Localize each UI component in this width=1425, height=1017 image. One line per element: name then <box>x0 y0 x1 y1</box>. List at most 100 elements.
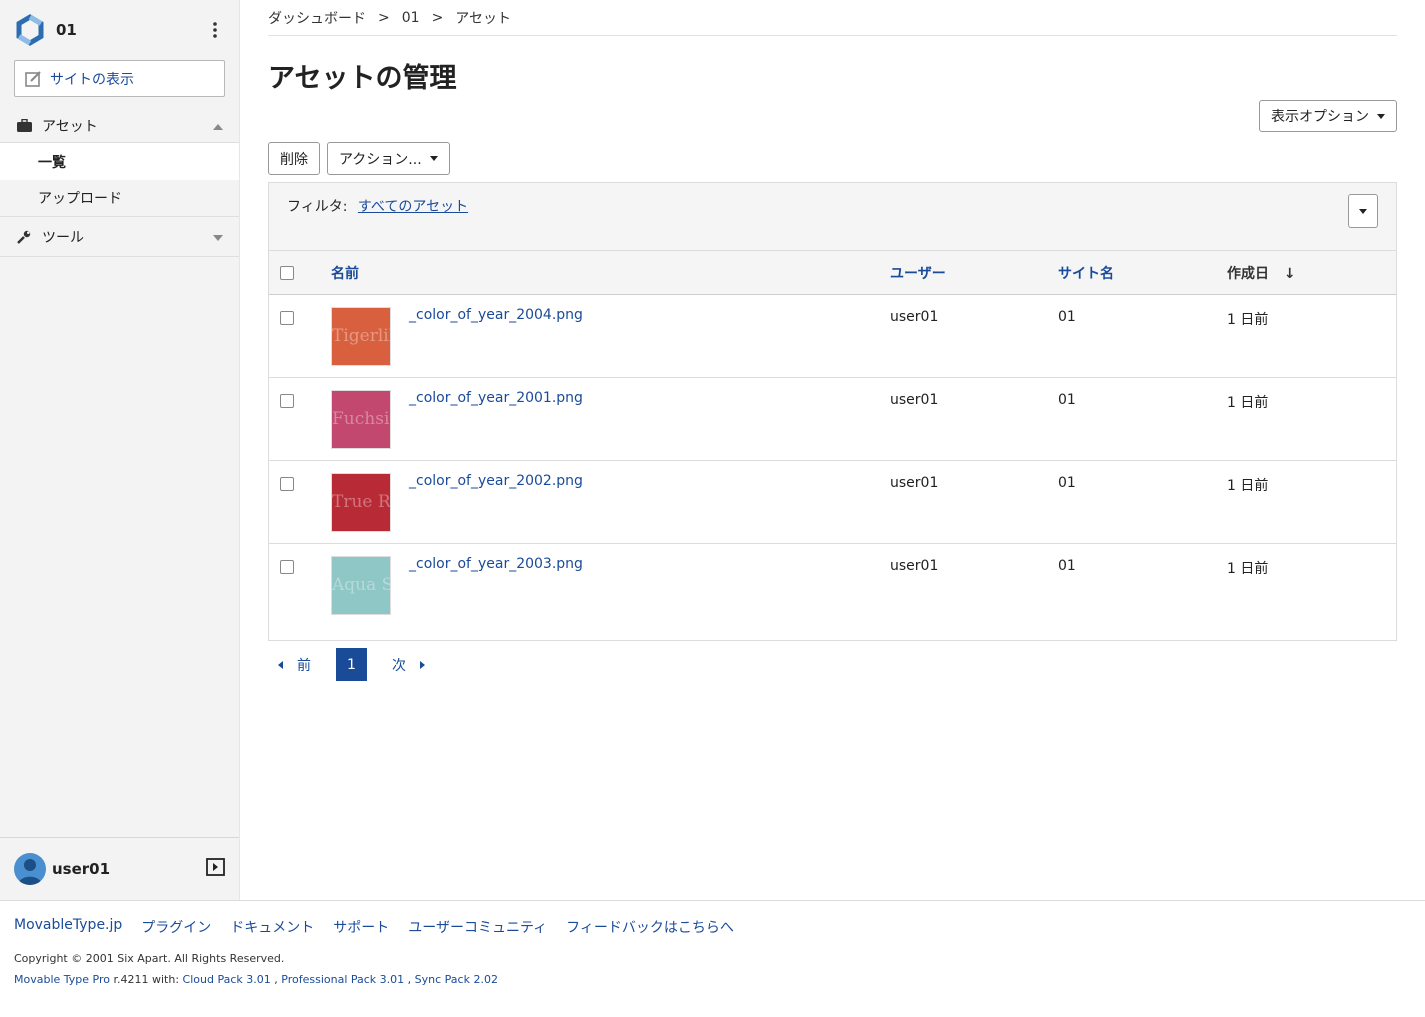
delete-button[interactable]: 削除 <box>268 142 320 175</box>
filter-toggle-button[interactable] <box>1348 194 1378 228</box>
caret-up-icon <box>213 118 223 134</box>
footer-link-movabletype[interactable]: MovableType.jp <box>14 917 122 937</box>
sidebar-item-list[interactable]: 一覧 <box>0 143 239 180</box>
table-row: Fuchsia Rose _color_of_year_2001.png user0… <box>269 378 1396 461</box>
pack-link[interactable]: Cloud Pack 3.01 <box>183 973 271 986</box>
breadcrumb-assets: アセット <box>455 10 512 27</box>
pack-separator: , <box>404 973 415 986</box>
version-product-link[interactable]: Movable Type Pro <box>14 973 110 986</box>
breadcrumb-dashboard[interactable]: ダッシュボード <box>268 8 366 28</box>
cell-date: 1 日前 <box>1227 478 1269 494</box>
row-checkbox[interactable] <box>280 477 294 491</box>
view-site-button[interactable]: サイトの表示 <box>14 60 225 97</box>
footer-link-community[interactable]: ユーザーコミュニティ <box>408 917 547 937</box>
column-date[interactable]: 作成日 ↓ <box>1227 263 1296 283</box>
breadcrumb: ダッシュボード > 01 > アセット <box>268 0 1397 36</box>
pack-separator: , <box>270 973 282 986</box>
cell-user: user01 <box>890 309 939 325</box>
next-page-label: 次 <box>392 657 406 674</box>
pack-link[interactable]: Professional Pack 3.01 <box>281 973 404 986</box>
breadcrumb-separator: > <box>431 9 444 26</box>
sidebar-item-assets[interactable]: アセット <box>0 109 239 143</box>
asset-list: フィルタ: すべてのアセット 名前 ユーザー サイト名 作成日 ↓ Tigerl… <box>268 182 1397 641</box>
display-options-button[interactable]: 表示オプション <box>1259 100 1397 132</box>
sort-desc-icon: ↓ <box>1283 265 1296 282</box>
breadcrumb-site[interactable]: 01 <box>402 10 420 26</box>
thumbnail-text: True Red <box>332 492 391 512</box>
thumbnail-text: Aqua Sky <box>332 575 390 595</box>
user-name[interactable]: user01 <box>52 860 110 878</box>
row-checkbox[interactable] <box>280 394 294 408</box>
asset-thumbnail[interactable]: True Red <box>331 473 391 532</box>
sidebar: 01 サイトの表示 アセット 一覧 アップロード ツール user01 <box>0 0 240 900</box>
footer-link-documents[interactable]: ドキュメント <box>230 917 314 937</box>
footer-link-support[interactable]: サポート <box>333 917 389 937</box>
display-options-label: 表示オプション <box>1271 109 1369 125</box>
prev-page-label: 前 <box>297 657 311 674</box>
footer-link-plugins[interactable]: プラグイン <box>141 917 211 937</box>
cell-date: 1 日前 <box>1227 395 1269 411</box>
footer-links: MovableType.jp プラグイン ドキュメント サポート ユーザーコミュ… <box>14 917 1411 937</box>
movable-type-logo-icon[interactable] <box>14 14 46 46</box>
avatar[interactable] <box>14 853 46 885</box>
pack-link[interactable]: Sync Pack 2.02 <box>415 973 498 986</box>
select-all-checkbox[interactable] <box>280 265 294 280</box>
main-content: ダッシュボード > 01 > アセット アセットの管理 表示オプション 削除 ア… <box>268 0 1397 681</box>
asset-filename-link[interactable]: _color_of_year_2001.png <box>409 390 583 406</box>
pagination: 前 1 次 <box>268 648 425 681</box>
caret-down-icon <box>429 156 438 161</box>
cell-user: user01 <box>890 558 939 574</box>
version-text: r.4211 with: <box>110 973 183 986</box>
sidebar-item-upload[interactable]: アップロード <box>0 180 239 217</box>
page-title: アセットの管理 <box>268 63 457 94</box>
asset-filename-link[interactable]: _color_of_year_2004.png <box>409 307 583 323</box>
table-row: True Red _color_of_year_2002.png user01 01 1… <box>269 461 1396 544</box>
briefcase-icon <box>16 118 32 134</box>
edit-external-icon <box>25 71 41 87</box>
asset-thumbnail[interactable]: Aqua Sky <box>331 556 391 615</box>
column-site[interactable]: サイト名 <box>1058 263 1114 283</box>
sidebar-item-assets-label: アセット <box>42 118 98 135</box>
filter-bar: フィルタ: すべてのアセット <box>269 183 1396 251</box>
column-name[interactable]: 名前 <box>331 263 359 283</box>
row-checkbox[interactable] <box>280 311 294 325</box>
site-name: 01 <box>56 21 77 39</box>
caret-down-icon <box>213 229 223 245</box>
cell-user: user01 <box>890 392 939 408</box>
asset-thumbnail[interactable]: Fuchsia Rose <box>331 390 391 449</box>
sidebar-item-tools[interactable]: ツール <box>0 217 239 257</box>
filter-value-link[interactable]: すべてのアセット <box>358 199 468 215</box>
footer: MovableType.jp プラグイン ドキュメント サポート ユーザーコミュ… <box>0 900 1425 1017</box>
cell-user: user01 <box>890 475 939 491</box>
actions-label: アクション... <box>339 151 422 168</box>
actions-dropdown[interactable]: アクション... <box>327 142 450 175</box>
column-user[interactable]: ユーザー <box>890 263 946 283</box>
filter-label: フィルタ: <box>287 199 348 215</box>
site-menu-kebab-icon[interactable] <box>205 20 225 40</box>
thumbnail-text: Tigerlily <box>332 326 390 346</box>
next-page-link[interactable]: 次 <box>392 655 425 675</box>
sidebar-nav: アセット 一覧 アップロード ツール <box>0 109 239 257</box>
footer-link-feedback[interactable]: フィードバックはこちらへ <box>566 917 734 937</box>
cell-date: 1 日前 <box>1227 561 1269 577</box>
asset-thumbnail[interactable]: Tigerlily <box>331 307 391 366</box>
cell-site: 01 <box>1058 392 1076 408</box>
table-header: 名前 ユーザー サイト名 作成日 ↓ <box>269 251 1396 295</box>
asset-filename-link[interactable]: _color_of_year_2003.png <box>409 556 583 572</box>
cell-site: 01 <box>1058 475 1076 491</box>
thumbnail-text: Fuchsia Rose <box>332 409 390 429</box>
table-row: Aqua Sky _color_of_year_2003.png user01 01 1… <box>269 544 1396 640</box>
collapse-sidebar-icon[interactable] <box>206 858 225 880</box>
prev-page-link[interactable]: 前 <box>278 655 311 675</box>
cell-site: 01 <box>1058 558 1076 574</box>
version-info: Movable Type Pro r.4211 with: Cloud Pack… <box>14 973 1411 986</box>
caret-down-icon <box>1377 113 1385 119</box>
asset-filename-link[interactable]: _color_of_year_2002.png <box>409 473 583 489</box>
cell-date: 1 日前 <box>1227 312 1269 328</box>
page-number-current[interactable]: 1 <box>336 648 367 681</box>
copyright: Copyright © 2001 Six Apart. All Rights R… <box>14 952 285 965</box>
action-bar: 削除 アクション... <box>268 142 457 175</box>
table-row: Tigerlily _color_of_year_2004.png user01 01… <box>269 295 1396 378</box>
row-checkbox[interactable] <box>280 560 294 574</box>
breadcrumb-separator: > <box>378 9 390 26</box>
